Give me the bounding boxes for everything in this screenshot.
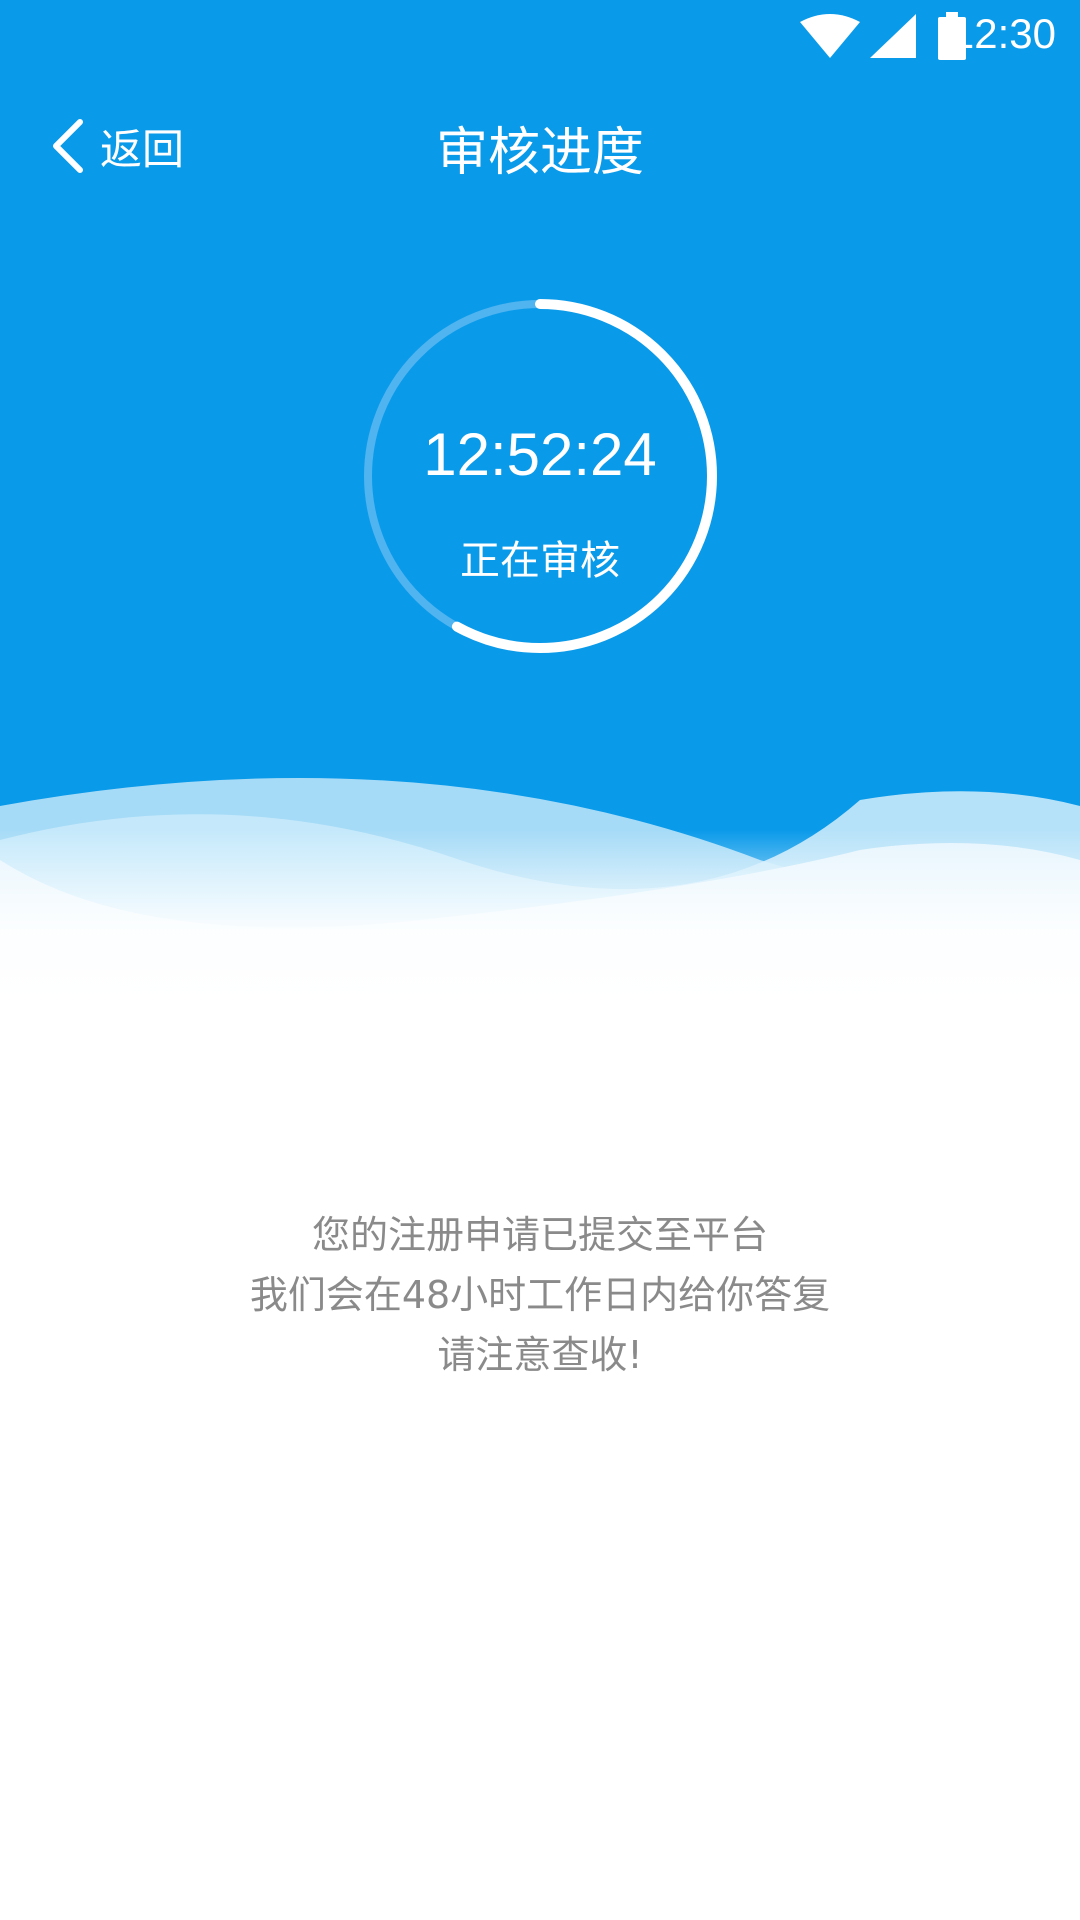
wifi-icon: [800, 14, 860, 58]
countdown-timer: 12:52:24: [423, 421, 657, 488]
review-status: 正在审核: [460, 538, 620, 584]
submission-message: 您的注册申请已提交至平台 我们会在48小时工作日内给你答复 请注意查收!: [0, 1205, 1080, 1385]
message-line-1: 您的注册申请已提交至平台: [311, 1213, 768, 1257]
nav-bar: 返回 审核进度: [0, 96, 1080, 196]
wave-decoration: [0, 777, 1080, 1000]
message-line-3: 请注意查收!: [437, 1333, 643, 1377]
page-title: 审核进度: [435, 123, 644, 183]
message-line-2: 我们会在48小时工作日内给你答复: [249, 1273, 831, 1317]
status-time: 12:30: [950, 10, 1056, 57]
signal-icon: [870, 14, 916, 58]
status-bar: 12:30: [0, 0, 1080, 72]
